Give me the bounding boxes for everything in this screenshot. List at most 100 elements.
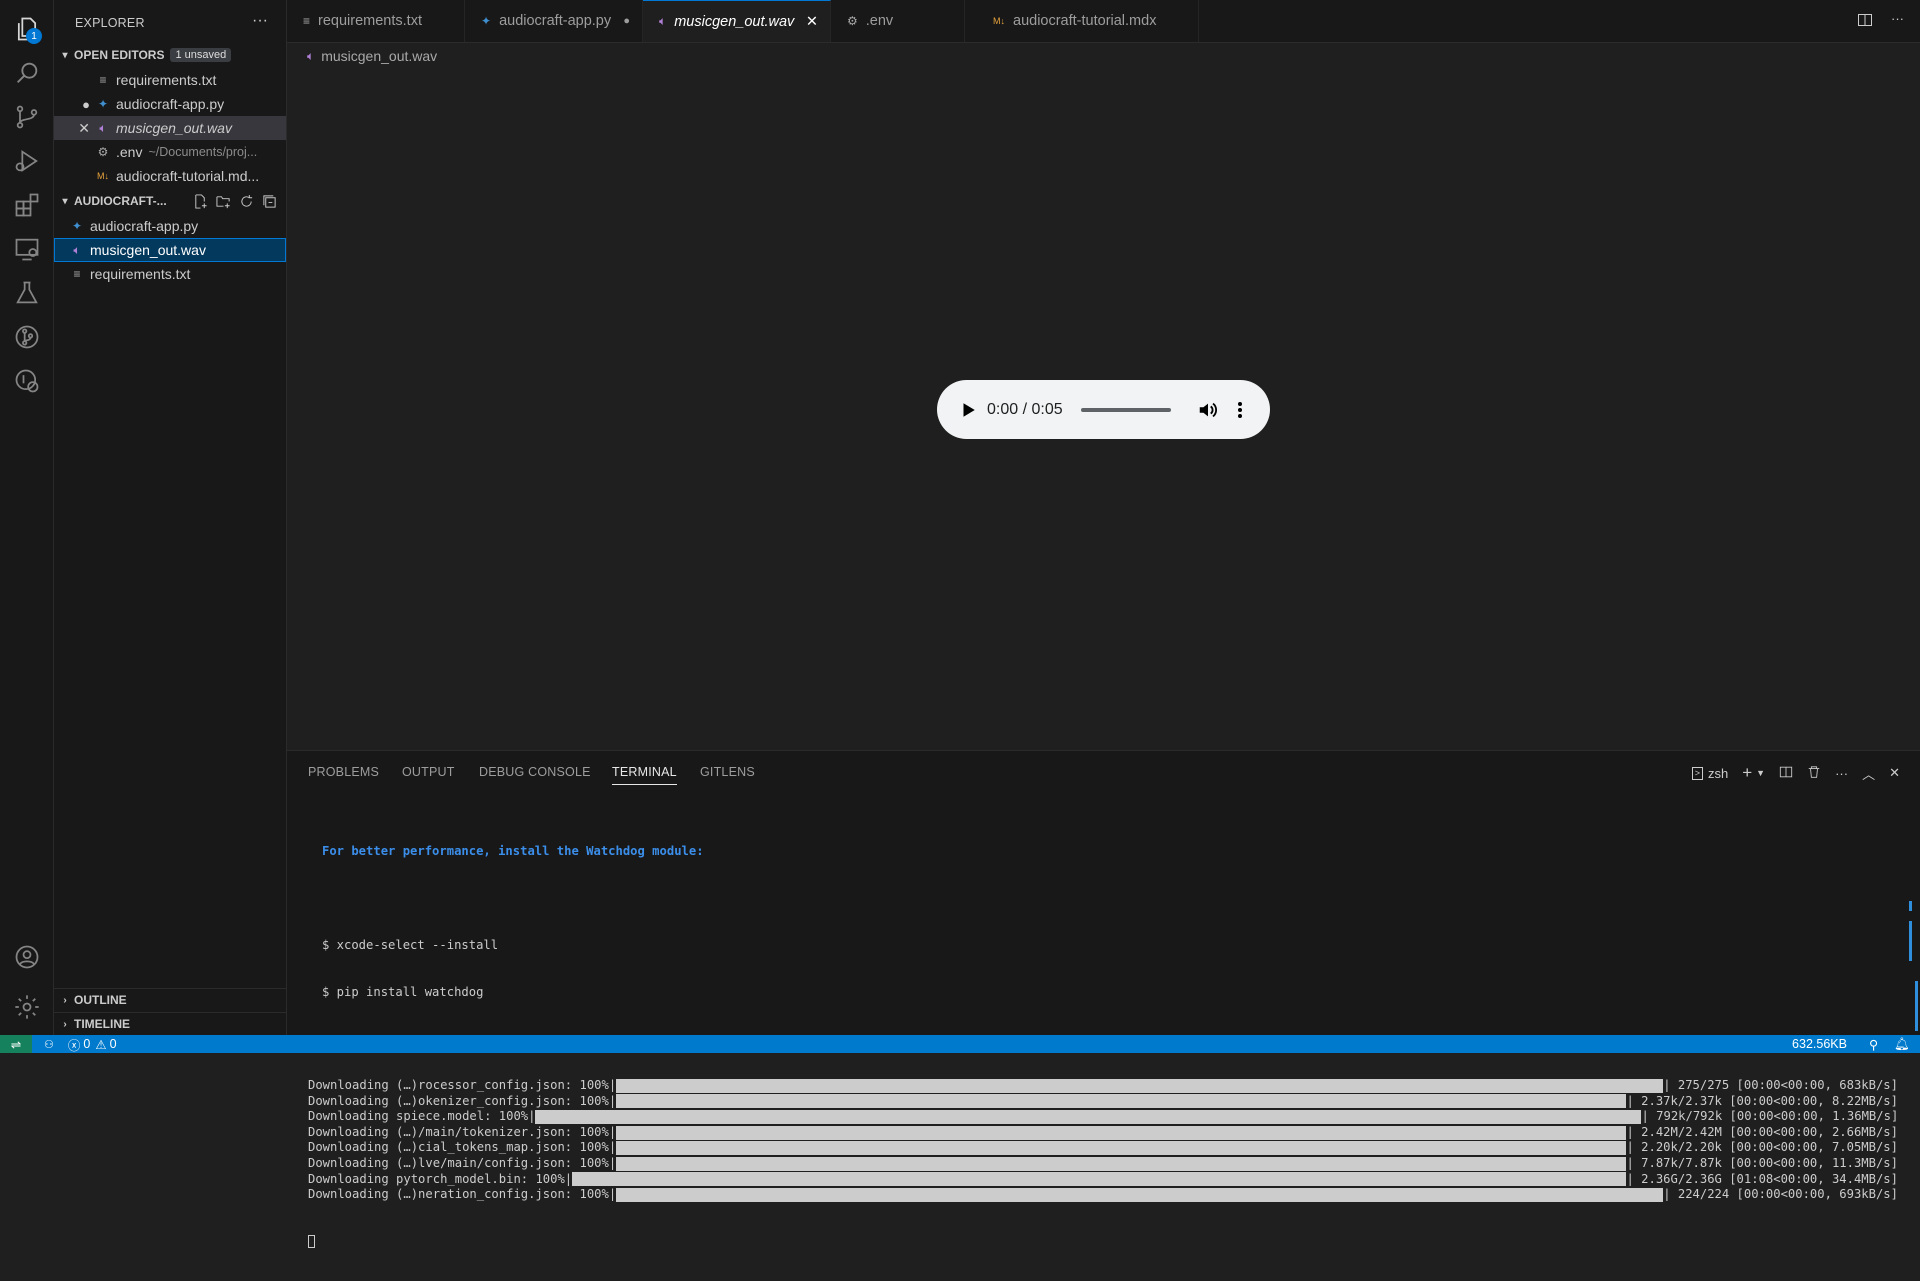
- tab-audiocraft-app[interactable]: ✦ audiocraft-app.py ●: [465, 0, 643, 42]
- tab-debug-console[interactable]: DEBUG CONSOLE: [479, 765, 591, 779]
- file-tree-item[interactable]: ≡ requirements.txt: [54, 262, 286, 286]
- remote-explorer-icon[interactable]: [6, 228, 48, 270]
- accounts-status-icon[interactable]: ⚇: [44, 1038, 54, 1051]
- refresh-icon[interactable]: [238, 193, 255, 210]
- explorer-sidebar: EXPLORER ··· ▾ OPEN EDITORS 1 unsaved ≡ …: [54, 0, 287, 1035]
- more-actions-icon[interactable]: ···: [1891, 12, 1904, 31]
- collapse-all-icon[interactable]: [261, 193, 278, 210]
- status-bar: ⇌ ⚇ ⓧ 0 ⚠ 0 632.56KB ⚲ 🔔︎: [0, 1035, 1920, 1053]
- chevron-down-icon: ▾: [62, 195, 68, 207]
- terminal-shell-selector[interactable]: > zsh: [1691, 766, 1728, 781]
- audio-seek-slider[interactable]: [1080, 407, 1171, 412]
- open-editors-header[interactable]: ▾ OPEN EDITORS 1 unsaved: [54, 44, 286, 66]
- audio-file-icon: 🔈︎: [659, 14, 667, 28]
- settings-gear-icon[interactable]: [6, 986, 48, 1028]
- timeline-header[interactable]: › TIMELINE: [54, 1012, 286, 1035]
- download-list: Downloading (…)rocessor_config.json: 100…: [308, 1078, 1898, 1203]
- tab-gitlens[interactable]: GITLENS: [700, 765, 755, 779]
- extensions-icon[interactable]: [6, 184, 48, 226]
- text-file-icon: ≡: [303, 14, 311, 28]
- open-editor-name: .env: [116, 144, 143, 160]
- gitlens-inspect-icon[interactable]: [6, 360, 48, 402]
- python-file-icon: ✦: [481, 14, 492, 28]
- open-editor-name: requirements.txt: [116, 72, 217, 88]
- notifications-bell-icon[interactable]: 🔔︎: [1894, 1037, 1910, 1052]
- download-label: Downloading (…)cial_tokens_map.json: 100…: [308, 1140, 617, 1155]
- open-editor-item[interactable]: ✕ 🔈︎ musicgen_out.wav: [54, 116, 286, 140]
- split-editor-icon[interactable]: [1857, 12, 1873, 31]
- error-icon: ⓧ: [67, 1038, 81, 1053]
- files-icon[interactable]: 1: [6, 8, 48, 50]
- more-actions-icon[interactable]: ···: [1835, 766, 1848, 781]
- tab-problems[interactable]: PROBLEMS: [308, 765, 379, 779]
- breadcrumb-file: musicgen_out.wav: [321, 48, 438, 64]
- close-icon[interactable]: ✕: [54, 120, 94, 137]
- python-file-icon: ✦: [97, 97, 109, 111]
- outline-header[interactable]: › OUTLINE: [54, 988, 286, 1011]
- text-file-icon: ≡: [99, 73, 107, 87]
- unsaved-badge: 1 unsaved: [170, 48, 232, 62]
- close-panel-icon[interactable]: ✕: [1889, 765, 1900, 781]
- file-tree-item[interactable]: 🔈︎ musicgen_out.wav: [54, 238, 286, 262]
- download-progress-bar: [616, 1188, 1664, 1203]
- run-debug-icon[interactable]: [6, 140, 48, 182]
- timeline-label: TIMELINE: [74, 1017, 130, 1031]
- explorer-title: EXPLORER: [75, 16, 145, 30]
- open-editor-name: musicgen_out.wav: [116, 120, 232, 136]
- trash-icon[interactable]: [1807, 765, 1821, 782]
- unsaved-dot-icon: ●: [82, 96, 90, 112]
- file-tree-item[interactable]: ✦ audiocraft-app.py: [54, 214, 286, 238]
- download-label: Downloading (…)rocessor_config.json: 100…: [308, 1078, 617, 1093]
- more-actions-icon[interactable]: ···: [252, 12, 268, 30]
- download-progress-bar: [616, 1094, 1627, 1109]
- open-editor-item[interactable]: ● ✦ audiocraft-app.py: [54, 92, 286, 116]
- tab-audiocraft-tutorial[interactable]: M↓ audiocraft-tutorial.mdx: [977, 0, 1199, 42]
- search-icon[interactable]: [6, 52, 48, 94]
- breadcrumb[interactable]: 🔈︎ musicgen_out.wav: [307, 46, 437, 66]
- more-options-icon[interactable]: [1231, 399, 1249, 421]
- account-icon[interactable]: [6, 936, 48, 978]
- download-progress-bar: [616, 1156, 1627, 1171]
- tab-env[interactable]: ⚙ .env: [831, 0, 965, 42]
- source-control-icon[interactable]: [6, 96, 48, 138]
- tab-requirements[interactable]: ≡ requirements.txt: [287, 0, 465, 42]
- unsaved-dot-icon[interactable]: ●: [623, 15, 630, 27]
- open-editor-item[interactable]: ≡ requirements.txt: [54, 68, 286, 92]
- feedback-icon[interactable]: ⚲: [1869, 1037, 1878, 1052]
- audio-file-icon: 🔈︎: [307, 48, 315, 63]
- file-name: musicgen_out.wav: [90, 242, 206, 258]
- audio-file-icon: 🔈︎: [73, 242, 81, 257]
- split-terminal-icon[interactable]: [1779, 765, 1793, 782]
- folder-header[interactable]: ▾ AUDIOCRAFT-...: [54, 190, 286, 212]
- remote-indicator-icon[interactable]: ⇌: [0, 1035, 32, 1053]
- volume-icon[interactable]: [1197, 399, 1219, 421]
- tab-musicgen-out[interactable]: 🔈︎ musicgen_out.wav ✕: [643, 0, 831, 42]
- gitlens-icon[interactable]: [6, 316, 48, 358]
- open-editor-item[interactable]: M↓ audiocraft-tutorial.md...: [54, 164, 286, 188]
- chevron-down-icon[interactable]: ▼: [1756, 768, 1765, 778]
- play-icon[interactable]: [959, 401, 977, 419]
- open-editors-label: OPEN EDITORS: [74, 48, 165, 62]
- new-file-icon[interactable]: [192, 193, 209, 210]
- tab-output[interactable]: OUTPUT: [402, 765, 455, 779]
- download-progress-bar: [616, 1078, 1664, 1093]
- problems-status[interactable]: ⓧ 0 ⚠ 0: [68, 1035, 117, 1054]
- testing-icon[interactable]: [6, 272, 48, 314]
- tab-label: audiocraft-app.py: [499, 13, 612, 29]
- new-terminal-icon[interactable]: +: [1742, 763, 1752, 783]
- close-icon[interactable]: ✕: [806, 14, 818, 30]
- terminal-icon: >: [1691, 766, 1703, 780]
- download-label: Downloading (…)lve/main/config.json: 100…: [308, 1156, 617, 1171]
- download-label: Downloading (…)/main/tokenizer.json: 100…: [308, 1124, 617, 1139]
- tab-terminal[interactable]: TERMINAL: [612, 765, 677, 785]
- download-line: Downloading (…)rocessor_config.json: 100…: [308, 1078, 1898, 1094]
- download-line: Downloading (…)/main/tokenizer.json: 100…: [308, 1125, 1898, 1141]
- open-editor-item[interactable]: ⚙ .env ~/Documents/proj...: [54, 140, 286, 164]
- download-progress-bar: [572, 1172, 1627, 1187]
- download-label: Downloading pytorch_model.bin: 100%|: [308, 1171, 573, 1186]
- maximize-panel-icon[interactable]: ︿: [1862, 764, 1875, 783]
- chevron-down-icon: ▾: [62, 49, 68, 61]
- new-folder-icon[interactable]: [215, 193, 232, 210]
- audio-file-icon: 🔈︎: [99, 120, 107, 135]
- explorer-badge: 1: [26, 28, 42, 44]
